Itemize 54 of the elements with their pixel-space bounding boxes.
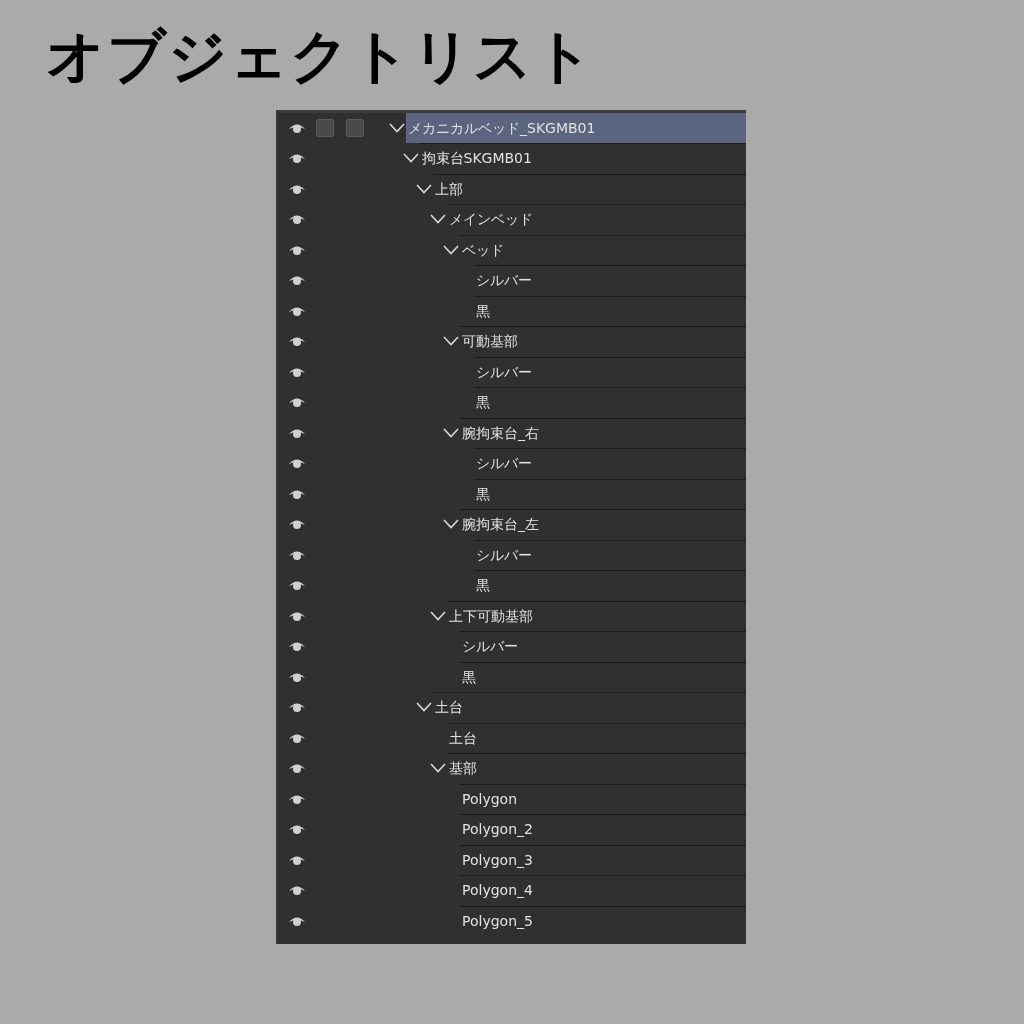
toggle-box[interactable]: [316, 118, 334, 137]
tree-item[interactable]: ベッド: [460, 234, 746, 266]
eye-icon[interactable]: [288, 396, 306, 409]
tree-item[interactable]: Polygon_5: [460, 905, 746, 937]
tree-item[interactable]: シルバー: [460, 631, 746, 662]
tree-item[interactable]: 上部: [433, 173, 746, 205]
tree-item[interactable]: シルバー: [473, 539, 746, 571]
chevron-down-icon[interactable]: [443, 244, 459, 255]
tree-item[interactable]: 可動基部: [460, 326, 746, 357]
eye-icon[interactable]: [288, 823, 306, 836]
tree-item[interactable]: メカニカルベッド_SKGMB01: [406, 112, 746, 144]
eye-icon[interactable]: [288, 457, 306, 470]
eye-icon[interactable]: [288, 152, 306, 165]
tree-item[interactable]: Polygon_4: [460, 875, 746, 906]
tree-item[interactable]: メインベッド: [446, 204, 746, 235]
tree-item[interactable]: 腕拘束台_左: [460, 509, 746, 540]
eye-icon[interactable]: [288, 640, 306, 653]
tree-item[interactable]: シルバー: [473, 448, 746, 479]
tree-item[interactable]: シルバー: [473, 356, 746, 388]
tree-item[interactable]: Polygon: [460, 783, 746, 815]
chevron-down-icon[interactable]: [389, 122, 405, 133]
chevron-down-icon[interactable]: [443, 336, 459, 347]
tree-item[interactable]: 黒: [473, 387, 746, 418]
tree-item[interactable]: Polygon_2: [460, 814, 746, 845]
tree-item[interactable]: Polygon_3: [460, 844, 746, 876]
tree-item[interactable]: 黒: [460, 661, 746, 693]
chevron-down-icon[interactable]: [443, 427, 459, 438]
chevron-down-icon[interactable]: [429, 610, 446, 621]
tree-item[interactable]: 黒: [473, 478, 746, 510]
tree-item[interactable]: 土台: [446, 722, 746, 754]
eye-icon[interactable]: [288, 762, 306, 775]
tree-item[interactable]: シルバー: [473, 265, 746, 296]
chevron-down-icon[interactable]: [429, 214, 446, 225]
tree-item[interactable]: 土台: [433, 692, 746, 723]
eye-icon[interactable]: [288, 884, 306, 897]
page-title: オブジェクトリスト: [45, 21, 596, 92]
chevron-down-icon[interactable]: [416, 702, 432, 713]
tree-item[interactable]: 黒: [473, 570, 746, 601]
tree-item[interactable]: 基部: [446, 753, 746, 784]
tree-item[interactable]: 腕拘束台_右: [460, 417, 746, 449]
toggle-box[interactable]: [346, 118, 364, 137]
tree-item[interactable]: 黒: [473, 295, 746, 327]
tree-item[interactable]: 拘束台SKGMB01: [419, 143, 746, 174]
eye-icon[interactable]: [288, 701, 306, 714]
chevron-down-icon[interactable]: [429, 763, 446, 774]
chevron-down-icon[interactable]: [402, 153, 419, 164]
tree-item[interactable]: 上下可動基部: [446, 600, 746, 632]
eye-icon[interactable]: [288, 518, 306, 531]
chevron-down-icon[interactable]: [443, 519, 459, 530]
eye-icon[interactable]: [288, 579, 306, 592]
eye-icon[interactable]: [288, 335, 306, 348]
chevron-down-icon[interactable]: [416, 183, 432, 194]
eye-icon[interactable]: [288, 274, 306, 287]
eye-icon[interactable]: [288, 213, 306, 226]
